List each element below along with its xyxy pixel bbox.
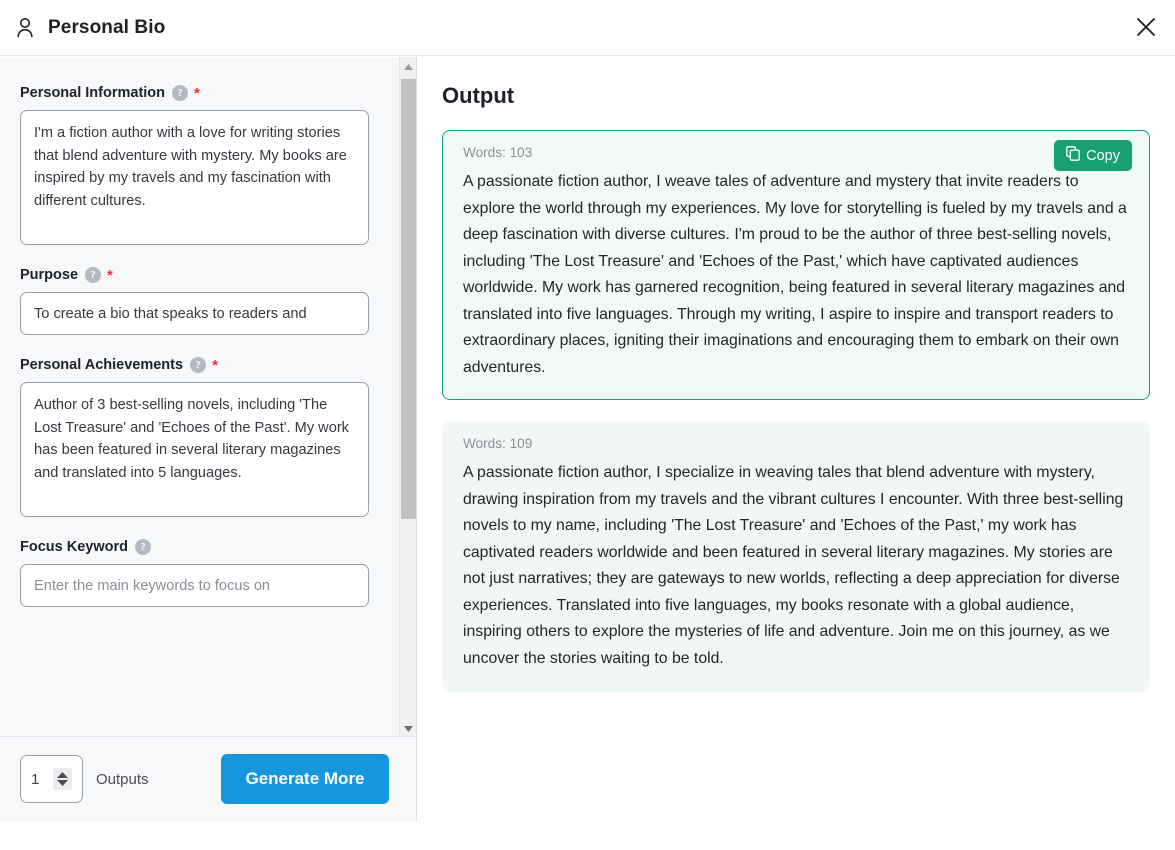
required-marker: * — [107, 266, 113, 284]
required-marker: * — [212, 356, 218, 374]
form-scroll-area: Personal Information ? * Purpose ? * Per… — [0, 57, 417, 736]
output-card[interactable]: Words: 103 Copy A passionate fiction aut… — [442, 130, 1150, 401]
field-label-group: Personal Information ? * — [20, 85, 379, 101]
field-label-group: Purpose ? * — [20, 267, 379, 283]
help-icon[interactable]: ? — [134, 539, 151, 555]
output-heading: Output — [442, 83, 515, 108]
dialog-header: Personal Bio — [0, 0, 1175, 56]
purpose-input[interactable] — [20, 292, 369, 335]
field-purpose: Purpose ? * — [20, 267, 379, 335]
form-footer: 1 Outputs Generate More — [0, 736, 416, 821]
caret-up-icon — [404, 57, 413, 75]
generate-more-button[interactable]: Generate More — [221, 754, 389, 804]
scrollbar-thumb[interactable] — [401, 79, 416, 519]
form-panel: Personal Information ? * Purpose ? * Per… — [0, 57, 417, 821]
output-text: A passionate fiction author, I specializ… — [463, 464, 1124, 667]
focus-keyword-input[interactable] — [20, 564, 369, 607]
output-card[interactable]: Words: 109 A passionate fiction author, … — [442, 421, 1150, 692]
personal-achievements-textarea[interactable] — [20, 382, 369, 517]
word-count-label: Words: 103 — [463, 145, 533, 160]
stepper-arrows[interactable] — [53, 768, 72, 790]
output-panel: Output Words: 103 Copy A passionate fict… — [418, 57, 1175, 850]
close-button[interactable] — [1129, 11, 1163, 45]
personal-bio-dialog: Personal Bio Personal Information ? * I'… — [0, 0, 1175, 850]
field-label-text: Personal Information — [20, 85, 166, 101]
word-count-label: Words: 109 — [463, 436, 533, 452]
copy-icon — [1066, 146, 1080, 165]
caret-up-icon[interactable] — [57, 772, 68, 778]
caret-down-icon — [404, 719, 413, 737]
field-label-text: Personal Achievements — [20, 357, 184, 373]
help-icon[interactable]: ? — [190, 357, 207, 373]
outputs-count-value: 1 — [31, 770, 40, 788]
field-label-text: Purpose — [20, 267, 79, 283]
scrollbar-down-button[interactable] — [400, 719, 417, 736]
field-label-group: Personal Achievements ? * — [20, 357, 379, 373]
personal-information-textarea[interactable] — [20, 110, 369, 245]
field-personal-achievements: Personal Achievements ? * — [20, 357, 379, 517]
outputs-stepper[interactable]: 1 — [20, 755, 83, 803]
field-label-group: Focus Keyword ? — [20, 539, 379, 555]
scrollbar-up-button[interactable] — [400, 57, 417, 74]
field-focus-keyword: Focus Keyword ? — [20, 539, 379, 607]
copy-button-label: Copy — [1086, 147, 1120, 164]
caret-down-icon[interactable] — [57, 780, 68, 786]
help-icon[interactable]: ? — [172, 85, 189, 101]
field-label-text: Focus Keyword — [20, 539, 128, 555]
copy-button[interactable]: Copy — [1054, 140, 1132, 171]
form-scrollbar[interactable] — [399, 57, 416, 736]
help-icon[interactable]: ? — [85, 267, 102, 283]
outputs-label: Outputs — [96, 770, 149, 788]
required-marker: * — [194, 84, 200, 102]
header-left-group: Personal Bio — [0, 16, 165, 40]
field-personal-information: Personal Information ? * — [20, 85, 379, 245]
close-icon — [1135, 16, 1157, 41]
output-text: A passionate fiction author, I weave tal… — [463, 173, 1127, 376]
page-title: Personal Bio — [48, 16, 166, 38]
person-icon — [14, 16, 36, 40]
